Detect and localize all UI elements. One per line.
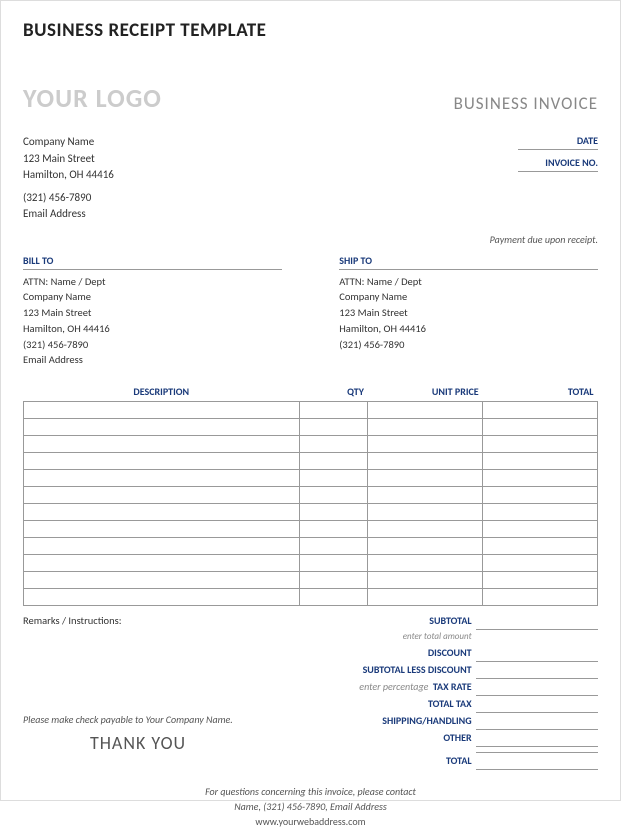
total-tax-label: TOTAL TAX <box>276 695 476 712</box>
bill-to-email: Email Address <box>23 352 282 368</box>
bill-to-city: Hamilton, OH 44416 <box>23 321 282 337</box>
subtotal-less-val <box>476 661 598 678</box>
bill-to-attn: ATTN: Name / Dept <box>23 274 282 290</box>
discount-val <box>476 644 598 661</box>
totals-table: SUBTOTAL enter total amount DISCOUNT SUB… <box>276 612 598 770</box>
invoice-no-label: INVOICE NO. <box>518 156 598 172</box>
table-row <box>24 521 598 538</box>
ship-to-phone: (321) 456-7890 <box>339 337 598 353</box>
remarks-col: Remarks / Instructions: Please make chec… <box>23 612 253 770</box>
table-row <box>24 555 598 572</box>
header-row: YOUR LOGO BUSINESS INVOICE <box>23 82 598 114</box>
company-phone: (321) 456-7890 <box>23 190 114 207</box>
payment-note: Payment due upon receipt. <box>23 233 598 246</box>
ship-to-attn: ATTN: Name / Dept <box>339 274 598 290</box>
items-body <box>24 402 598 606</box>
other-label: OTHER <box>276 729 476 746</box>
bill-to-street: 123 Main Street <box>23 305 282 321</box>
table-row <box>24 453 598 470</box>
totals-col: SUBTOTAL enter total amount DISCOUNT SUB… <box>276 612 598 770</box>
page-title: BUSINESS RECEIPT TEMPLATE <box>23 19 598 42</box>
invoice-label: BUSINESS INVOICE <box>454 93 598 114</box>
meta-row: Company Name 123 Main Street Hamilton, O… <box>23 134 598 223</box>
company-email: Email Address <box>23 206 114 223</box>
other-val <box>476 729 598 746</box>
table-row <box>24 572 598 589</box>
table-row <box>24 538 598 555</box>
ship-to-city: Hamilton, OH 44416 <box>339 321 598 337</box>
table-row <box>24 436 598 453</box>
shipping-label: SHIPPING/HANDLING <box>276 712 476 729</box>
total-val <box>476 752 598 769</box>
logo-placeholder: YOUR LOGO <box>23 82 162 114</box>
subtotal-hint: enter total amount <box>276 629 476 644</box>
table-row <box>24 419 598 436</box>
bill-to-phone: (321) 456-7890 <box>23 337 282 353</box>
bill-to: BILL TO ATTN: Name / Dept Company Name 1… <box>23 254 282 369</box>
table-row <box>24 402 598 419</box>
payable-text: Please make check payable to Your Compan… <box>23 713 253 726</box>
ship-to: SHIP TO ATTN: Name / Dept Company Name 1… <box>339 254 598 369</box>
table-row <box>24 504 598 521</box>
bottom-row: Remarks / Instructions: Please make chec… <box>23 612 598 770</box>
total-tax-val <box>476 695 598 712</box>
company-city: Hamilton, OH 44416 <box>23 167 114 184</box>
company-name: Company Name <box>23 134 114 151</box>
items-table: DESCRIPTION QTY UNIT PRICE TOTAL <box>23 382 598 606</box>
thank-you: THANK YOU <box>23 732 253 754</box>
bill-to-header: BILL TO <box>23 254 282 270</box>
subtotal-less-label: SUBTOTAL LESS DISCOUNT <box>276 661 476 678</box>
subtotal-label: SUBTOTAL <box>276 612 476 629</box>
items-header-row: DESCRIPTION QTY UNIT PRICE TOTAL <box>24 382 598 402</box>
ship-to-company: Company Name <box>339 289 598 305</box>
discount-label: DISCOUNT <box>276 644 476 661</box>
table-row <box>24 589 598 606</box>
remarks-label: Remarks / Instructions: <box>23 614 253 627</box>
date-label: DATE <box>518 134 598 150</box>
col-unit-price: UNIT PRICE <box>368 382 483 402</box>
ship-to-street: 123 Main Street <box>339 305 598 321</box>
footer: For questions concerning this invoice, p… <box>23 784 598 829</box>
subtotal-val <box>476 612 598 629</box>
col-description: DESCRIPTION <box>24 382 300 402</box>
col-total: TOTAL <box>483 382 598 402</box>
tax-rate-label: enter percentage TAX RATE <box>276 678 476 695</box>
tax-rate-val <box>476 678 598 695</box>
company-street: 123 Main Street <box>23 151 114 168</box>
col-qty: QTY <box>299 382 368 402</box>
footer-web: www.yourwebaddress.com <box>23 814 598 829</box>
shipping-val <box>476 712 598 729</box>
table-row <box>24 487 598 504</box>
total-label: TOTAL <box>276 752 476 769</box>
company-block: Company Name 123 Main Street Hamilton, O… <box>23 134 114 223</box>
bill-ship-row: BILL TO ATTN: Name / Dept Company Name 1… <box>23 254 598 369</box>
footer-line1: For questions concerning this invoice, p… <box>23 784 598 799</box>
ship-to-header: SHIP TO <box>339 254 598 270</box>
bill-to-company: Company Name <box>23 289 282 305</box>
table-row <box>24 470 598 487</box>
date-block: DATE INVOICE NO. <box>518 134 598 223</box>
